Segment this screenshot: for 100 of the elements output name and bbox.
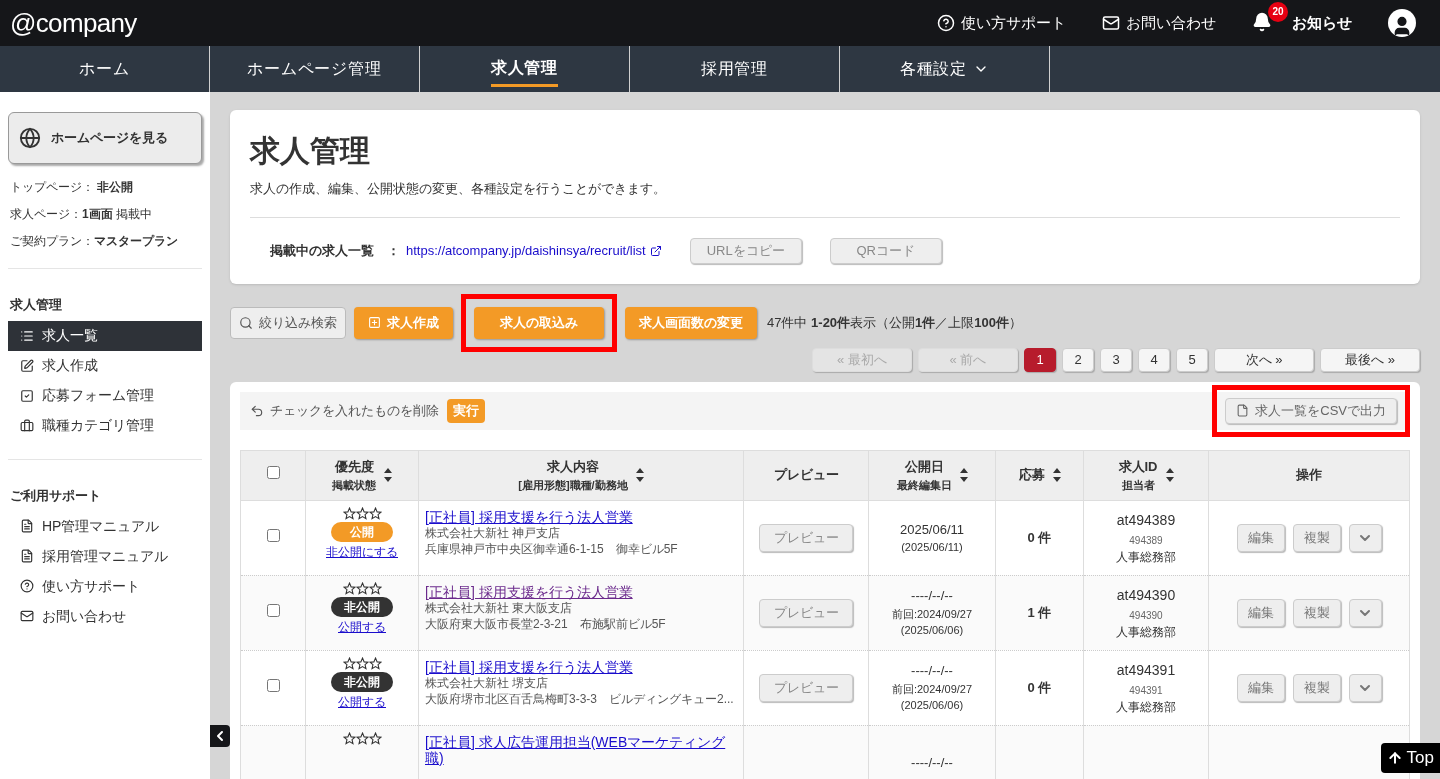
date-text: (2025/06/11): [900, 540, 964, 555]
company-text: 株式会社大新社 神戸支店: [425, 525, 562, 541]
page-button[interactable]: 最後へ »: [1320, 347, 1420, 372]
star-icon: [355, 581, 369, 595]
owner-text: 人事総務部: [1115, 548, 1177, 566]
page-button[interactable]: 3: [1100, 347, 1132, 372]
star-icon: [368, 731, 382, 745]
url-link[interactable]: https://atcompany.jp/daishinsya/recruit/list: [406, 240, 662, 261]
collapse-sidebar-button[interactable]: [210, 725, 230, 747]
file-icon: [1236, 404, 1250, 417]
address-text: 大阪府東大阪市長堂2-3-21 布施駅前ビル5F: [425, 615, 667, 632]
column-header[interactable]: 応募: [1018, 465, 1061, 485]
job-title-link[interactable]: [正社員] 求人広告運用担当(WEBマーケティング職): [425, 733, 737, 766]
status-toggle-link[interactable]: 公開する: [306, 692, 418, 711]
page-description: 求人の作成、編集、公開状態の変更、各種設定を行うことができます。: [250, 180, 667, 198]
sort-icon: [1165, 468, 1174, 482]
sort-icon: [1052, 468, 1061, 482]
application-count: 0 件: [1027, 679, 1052, 695]
job-title-link[interactable]: [正社員] 採用支援を行う法人営業: [425, 583, 737, 600]
sort-icon: [959, 468, 968, 482]
result-summary: 47件中 1-20件表示（公開1件／上限100件）: [767, 313, 1023, 332]
owner-text: 人事総務部: [1115, 698, 1177, 716]
sort-icon: [635, 468, 644, 482]
header-link[interactable]: お知らせ: [1292, 11, 1352, 35]
job-id: at494390: [1115, 585, 1177, 605]
owner-text: 人事総務部: [1115, 623, 1177, 641]
job-title-link[interactable]: [正社員] 採用支援を行う法人営業: [425, 508, 737, 525]
row-action-button[interactable]: 編集: [1236, 523, 1285, 552]
row-action-button[interactable]: 複製: [1292, 523, 1341, 552]
sub-id: 494389: [1128, 533, 1164, 548]
row-checkbox[interactable]: [266, 603, 280, 617]
sidebar-item[interactable]: HP管理マニュアル: [8, 511, 202, 541]
globe-icon: [19, 127, 41, 149]
row-checkbox[interactable]: [266, 528, 280, 542]
page-button[interactable]: 4: [1138, 347, 1170, 372]
select-all-checkbox[interactable]: [266, 466, 280, 479]
status-toggle-link[interactable]: 非公開にする: [306, 542, 418, 561]
url-label: 掲載中の求人一覧 ：: [270, 241, 400, 260]
page-button[interactable]: 1: [1024, 347, 1056, 372]
date-text: 前回:2024/09/27: [890, 606, 974, 622]
page-button[interactable]: 5: [1176, 347, 1208, 372]
back-to-top-button[interactable]: Top: [1380, 743, 1440, 773]
page-button[interactable]: 2: [1062, 347, 1094, 372]
more-button[interactable]: [1348, 523, 1382, 552]
view-site-button[interactable]: ホームページを見る: [8, 112, 202, 164]
list-icon: [20, 328, 34, 343]
more-button[interactable]: [1348, 598, 1382, 627]
column-header: プレビュー: [773, 466, 839, 485]
logo[interactable]: @company: [10, 3, 137, 43]
briefcase-icon: [20, 418, 34, 433]
csv-export-button[interactable]: 求人一覧をCSVで出力: [1225, 397, 1397, 424]
job-title-link[interactable]: [正社員] 採用支援を行う法人営業: [425, 658, 737, 675]
sidebar-item[interactable]: 求人作成: [8, 350, 202, 381]
header-link[interactable]: お問い合わせ: [1102, 11, 1216, 35]
row-action-button[interactable]: 編集: [1236, 673, 1285, 702]
search-icon: [239, 315, 253, 330]
date-text: 前回:2024/09/27: [890, 681, 974, 697]
document-icon: [20, 549, 34, 563]
row-action-button[interactable]: 編集: [1236, 598, 1285, 627]
date-text: ----/--/--: [910, 587, 954, 606]
avatar-icon[interactable]: [1388, 9, 1416, 37]
sidebar-item[interactable]: 採用管理マニュアル: [8, 541, 202, 571]
edit-icon: [20, 358, 34, 373]
notification-badge: 20: [1268, 1, 1288, 22]
application-count: 1 件: [1027, 604, 1052, 620]
help-icon: [20, 579, 34, 593]
status-badge: 公開: [331, 521, 393, 542]
status-text: トップページ： 非公開: [10, 179, 135, 196]
sidebar-item[interactable]: 使い方サポート: [8, 571, 202, 601]
star-icon: [368, 506, 382, 520]
sub-id: 494390: [1128, 608, 1164, 623]
status-toggle-link[interactable]: 公開する: [306, 617, 418, 636]
filter-button[interactable]: 絞り込み検索: [230, 306, 346, 339]
job-id: at494389: [1115, 510, 1177, 530]
star-icon: [368, 656, 382, 670]
sidebar-item[interactable]: 応募フォーム管理: [8, 380, 202, 411]
date-text: (2025/06/06): [899, 623, 965, 639]
star-icon: [355, 506, 369, 520]
header-link[interactable]: 使い方サポート: [937, 11, 1066, 35]
address-text: 大阪府堺市北区百舌鳥梅町3-3-3 ビルディングキュー2...: [425, 690, 735, 707]
date-text: ----/--/--: [910, 753, 954, 772]
row-checkbox[interactable]: [266, 678, 280, 692]
page-title: 求人管理: [250, 133, 371, 169]
star-icon: [342, 506, 356, 520]
sidebar-item[interactable]: お問い合わせ: [8, 601, 202, 631]
row-action-button[interactable]: 複製: [1292, 673, 1341, 702]
sidebar-item[interactable]: 職種カテゴリ管理: [8, 410, 202, 441]
star-icon: [368, 581, 382, 595]
sidebar-item[interactable]: 求人一覧: [8, 320, 202, 351]
more-button[interactable]: [1348, 673, 1382, 702]
page-button[interactable]: 次へ »: [1214, 347, 1314, 372]
status-badge: 非公開: [331, 596, 393, 617]
sub-id: 494391: [1128, 683, 1164, 698]
checkbox-icon: [20, 388, 34, 403]
header-link[interactable]: [1252, 11, 1272, 32]
job-id: at494391: [1115, 660, 1177, 680]
application-count: 0 件: [1027, 529, 1052, 545]
star-icon: [342, 731, 356, 745]
company-text: 株式会社大新社 東大阪支店: [425, 600, 574, 616]
row-action-button[interactable]: 複製: [1292, 598, 1341, 627]
